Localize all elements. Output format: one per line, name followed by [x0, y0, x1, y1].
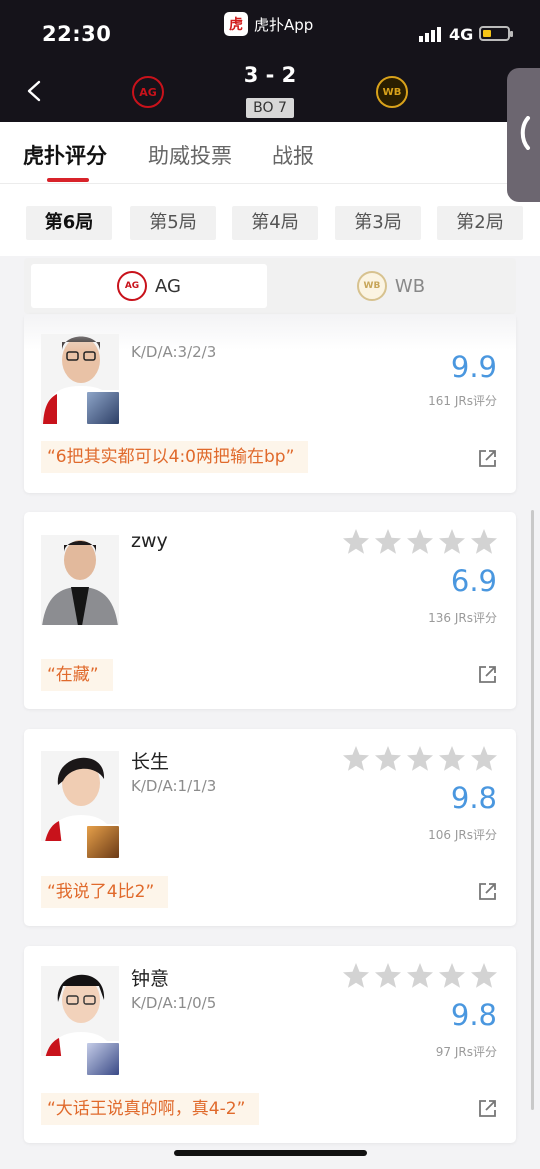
player-votes: 106 JRs评分: [428, 828, 497, 842]
player-card: 长生 K/D/A:1/1/3 9.8 106 JRs评分 “我说了4比2”: [24, 729, 516, 926]
wb-logo-icon: WB: [356, 271, 387, 301]
hero-icon: [85, 1041, 121, 1077]
match-header: 22:30 虎 虎扑App 4G AG 3 - 2 BO 7 WB: [0, 0, 540, 122]
tab-active-indicator: [47, 178, 89, 182]
side-handle-chevron-icon: [520, 116, 530, 150]
network-type: 4G: [449, 25, 474, 44]
app-indicator[interactable]: 虎 虎扑App: [224, 12, 313, 36]
game-tab-4[interactable]: 第4局: [232, 206, 318, 240]
star-icon[interactable]: [406, 745, 434, 772]
tab-report[interactable]: 战报: [272, 140, 314, 170]
rating-stars[interactable]: [342, 962, 498, 989]
player-rating: 9.8: [450, 781, 497, 815]
player-votes: 136 JRs评分: [428, 611, 497, 625]
hero-icon: [85, 824, 121, 860]
rating-stars[interactable]: [342, 745, 498, 772]
share-out-icon[interactable]: [478, 449, 497, 468]
scrollbar[interactable]: [531, 510, 534, 1110]
battery-icon: [479, 26, 513, 41]
star-icon[interactable]: [374, 962, 402, 989]
player-rating: 6.9: [450, 564, 497, 598]
star-icon[interactable]: [438, 745, 466, 772]
player-avatar: [41, 535, 119, 625]
game-selector: 第6局 第5局 第4局 第3局 第2局: [0, 184, 540, 256]
share-out-icon[interactable]: [478, 1099, 497, 1118]
player-name: 长生: [131, 751, 170, 773]
wb-team-logo[interactable]: WB: [376, 76, 408, 108]
team-tab-wb-label: WB: [394, 275, 426, 297]
player-kda: K/D/A:1/0/5: [131, 994, 217, 1012]
status-bar: 22:30 虎 虎扑App 4G: [0, 0, 540, 60]
main-tabs: 虎扑评分 助威投票 战报: [0, 122, 540, 184]
home-indicator[interactable]: [174, 1150, 367, 1156]
star-icon[interactable]: [470, 528, 498, 555]
star-icon[interactable]: [374, 528, 402, 555]
list-top-fade: [24, 314, 516, 350]
team-selector: AG AG WB WB: [24, 258, 516, 314]
side-handle[interactable]: [507, 68, 540, 202]
ag-logo-icon: AG: [117, 271, 148, 301]
player-rating: 9.8: [450, 998, 497, 1032]
share-out-icon[interactable]: [478, 882, 497, 901]
star-icon[interactable]: [438, 528, 466, 555]
star-icon[interactable]: [406, 962, 434, 989]
team-tab-wb[interactable]: WB WB: [273, 264, 509, 308]
hupu-logo-icon: 虎: [224, 12, 248, 36]
share-out-icon[interactable]: [478, 665, 497, 684]
star-icon[interactable]: [438, 962, 466, 989]
star-icon[interactable]: [406, 528, 434, 555]
rating-stars[interactable]: [342, 528, 498, 555]
status-time: 22:30: [42, 22, 112, 46]
team-tab-ag-label: AG: [155, 275, 181, 297]
match-score: 3 - 2: [243, 63, 297, 87]
hero-icon: [85, 390, 121, 426]
player-votes: 97 JRs评分: [435, 1045, 497, 1059]
player-quote: “我说了4比2”: [41, 876, 169, 908]
star-icon[interactable]: [470, 962, 498, 989]
game-tab-2[interactable]: 第2局: [437, 206, 523, 240]
player-quote: “大话王说真的啊，真4-2”: [41, 1093, 260, 1125]
game-tab-6[interactable]: 第6局: [26, 206, 112, 240]
team-tab-ag[interactable]: AG AG: [31, 264, 267, 308]
player-rating: 9.9: [450, 350, 497, 384]
app-name: 虎扑App: [254, 15, 314, 34]
star-icon[interactable]: [374, 745, 402, 772]
star-icon[interactable]: [470, 745, 498, 772]
match-format-badge: BO 7: [246, 98, 294, 118]
star-icon[interactable]: [342, 745, 370, 772]
player-votes: 161 JRs评分: [428, 394, 497, 408]
star-icon[interactable]: [342, 528, 370, 555]
game-tab-3[interactable]: 第3局: [335, 206, 421, 240]
player-card: 钟意 K/D/A:1/0/5 9.8 97 JRs评分 “大话王说真的啊，真4-…: [24, 946, 516, 1143]
star-icon[interactable]: [342, 962, 370, 989]
signal-icon: [419, 27, 441, 42]
player-name: 钟意: [131, 968, 170, 990]
player-name: zwy: [131, 530, 168, 552]
player-quote: “在藏”: [41, 659, 113, 691]
player-kda: K/D/A:1/1/3: [131, 777, 217, 795]
tab-vote[interactable]: 助威投票: [148, 140, 232, 170]
tab-rating[interactable]: 虎扑评分: [23, 140, 107, 170]
game-tab-5[interactable]: 第5局: [130, 206, 216, 240]
player-card: zwy 6.9 136 JRs评分 “在藏”: [24, 512, 516, 709]
player-quote: “6把其实都可以4:0两把输在bp”: [41, 441, 309, 473]
